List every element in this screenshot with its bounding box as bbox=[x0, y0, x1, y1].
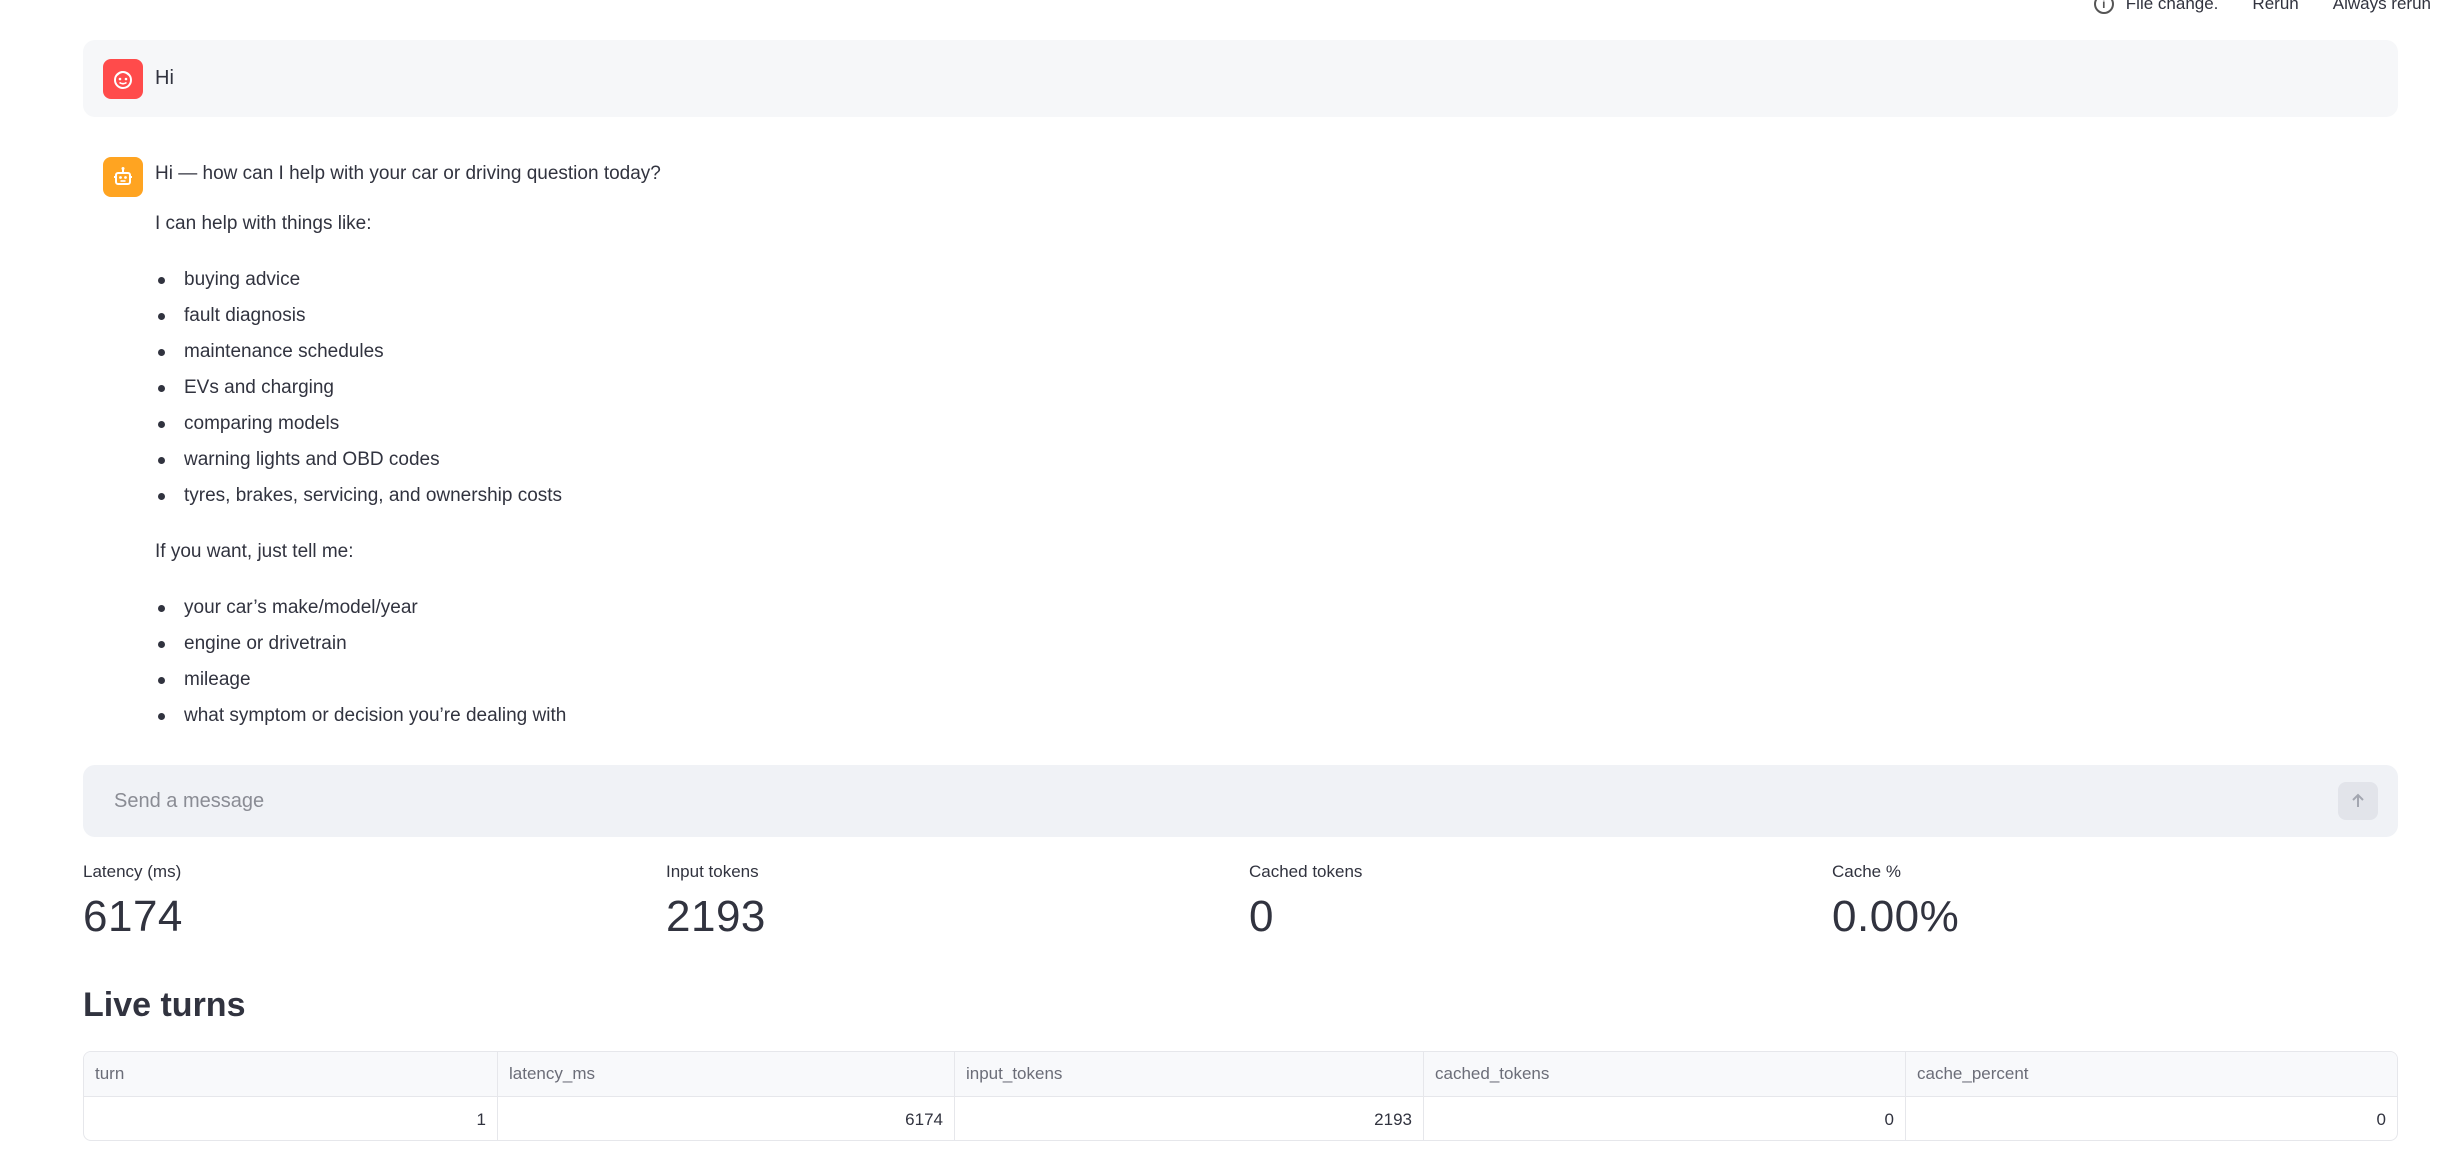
assistant-avatar bbox=[103, 157, 143, 197]
user-face-icon bbox=[114, 70, 132, 89]
table-cell[interactable]: 2193 bbox=[955, 1097, 1424, 1140]
column-header-input-tokens[interactable]: input_tokens bbox=[955, 1052, 1424, 1096]
status-bar: i File change. Rerun Always rerun bbox=[2093, 0, 2431, 16]
info-icon: i bbox=[2093, 0, 2114, 14]
tell-heading: If you want, just tell me: bbox=[155, 541, 354, 562]
message-input[interactable] bbox=[114, 789, 2338, 813]
chat-input-bar bbox=[83, 765, 2398, 837]
metrics-row: Latency (ms) 6174 Input tokens 2193 Cach… bbox=[83, 862, 2398, 942]
list-item: buying advice bbox=[155, 262, 661, 298]
metric-label: Latency (ms) bbox=[83, 862, 182, 881]
metric-value: 0 bbox=[1249, 892, 1274, 941]
file-change-text: File change. bbox=[2125, 0, 2219, 13]
metric-label: Cache % bbox=[1832, 862, 1901, 881]
arrow-up-icon bbox=[2352, 793, 2364, 807]
rerun-button[interactable]: Rerun bbox=[2252, 0, 2298, 14]
table-header-row: turn latency_ms input_tokens cached_toke… bbox=[84, 1052, 2397, 1097]
table-cell[interactable]: 6174 bbox=[498, 1097, 955, 1140]
column-header-cached-tokens[interactable]: cached_tokens bbox=[1424, 1052, 1906, 1096]
list-item: what symptom or decision you’re dealing … bbox=[155, 698, 661, 734]
help-heading: I can help with things like: bbox=[155, 213, 372, 234]
metric-value: 6174 bbox=[83, 892, 183, 941]
metric-cached-tokens: Cached tokens 0 bbox=[1249, 862, 1362, 942]
table-cell[interactable]: 0 bbox=[1424, 1097, 1906, 1140]
column-header-cache-percent[interactable]: cache_percent bbox=[1906, 1052, 2397, 1096]
metric-value: 2193 bbox=[666, 892, 766, 941]
send-button[interactable] bbox=[2338, 782, 2378, 820]
user-avatar bbox=[103, 58, 143, 99]
list-item: comparing models bbox=[155, 406, 661, 442]
user-message: Hi bbox=[83, 40, 2398, 117]
metric-input-tokens: Input tokens 2193 bbox=[666, 862, 766, 942]
tell-list: your car’s make/model/year engine or dri… bbox=[155, 590, 661, 734]
metric-label: Input tokens bbox=[666, 862, 759, 881]
app-page: i File change. Rerun Always rerun Hi Hi … bbox=[0, 0, 2441, 1171]
table-cell[interactable]: 0 bbox=[1906, 1097, 2397, 1140]
help-list: buying advice fault diagnosis maintenanc… bbox=[155, 262, 661, 514]
metric-label: Cached tokens bbox=[1249, 862, 1363, 881]
assistant-message: Hi — how can I help with your car or dri… bbox=[103, 157, 2398, 758]
assistant-message-content: Hi — how can I help with your car or dri… bbox=[155, 157, 661, 758]
list-item: tyres, brakes, servicing, and ownership … bbox=[155, 478, 661, 514]
list-item: mileage bbox=[155, 662, 661, 698]
live-turns-table[interactable]: turn latency_ms input_tokens cached_toke… bbox=[83, 1051, 2398, 1141]
list-item: warning lights and OBD codes bbox=[155, 442, 661, 478]
column-header-turn[interactable]: turn bbox=[84, 1052, 498, 1096]
assistant-intro: Hi — how can I help with your car or dri… bbox=[155, 163, 661, 184]
list-item: fault diagnosis bbox=[155, 298, 661, 334]
file-change-notice: i File change. bbox=[2093, 0, 2219, 14]
table-row: 1 6174 2193 0 0 bbox=[84, 1097, 2397, 1140]
list-item: engine or drivetrain bbox=[155, 626, 661, 662]
user-message-text: Hi bbox=[155, 67, 174, 89]
robot-icon bbox=[114, 167, 132, 185]
table-cell[interactable]: 1 bbox=[84, 1097, 498, 1140]
metric-value: 0.00% bbox=[1832, 892, 1960, 941]
list-item: EVs and charging bbox=[155, 370, 661, 406]
column-header-latency-ms[interactable]: latency_ms bbox=[498, 1052, 955, 1096]
always-rerun-button[interactable]: Always rerun bbox=[2333, 0, 2431, 14]
metric-cache-percent: Cache % 0.00% bbox=[1832, 862, 1959, 942]
list-item: your car’s make/model/year bbox=[155, 590, 661, 626]
metric-latency: Latency (ms) 6174 bbox=[83, 862, 183, 942]
live-turns-heading: Live turns bbox=[83, 986, 246, 1024]
list-item: maintenance schedules bbox=[155, 334, 661, 370]
